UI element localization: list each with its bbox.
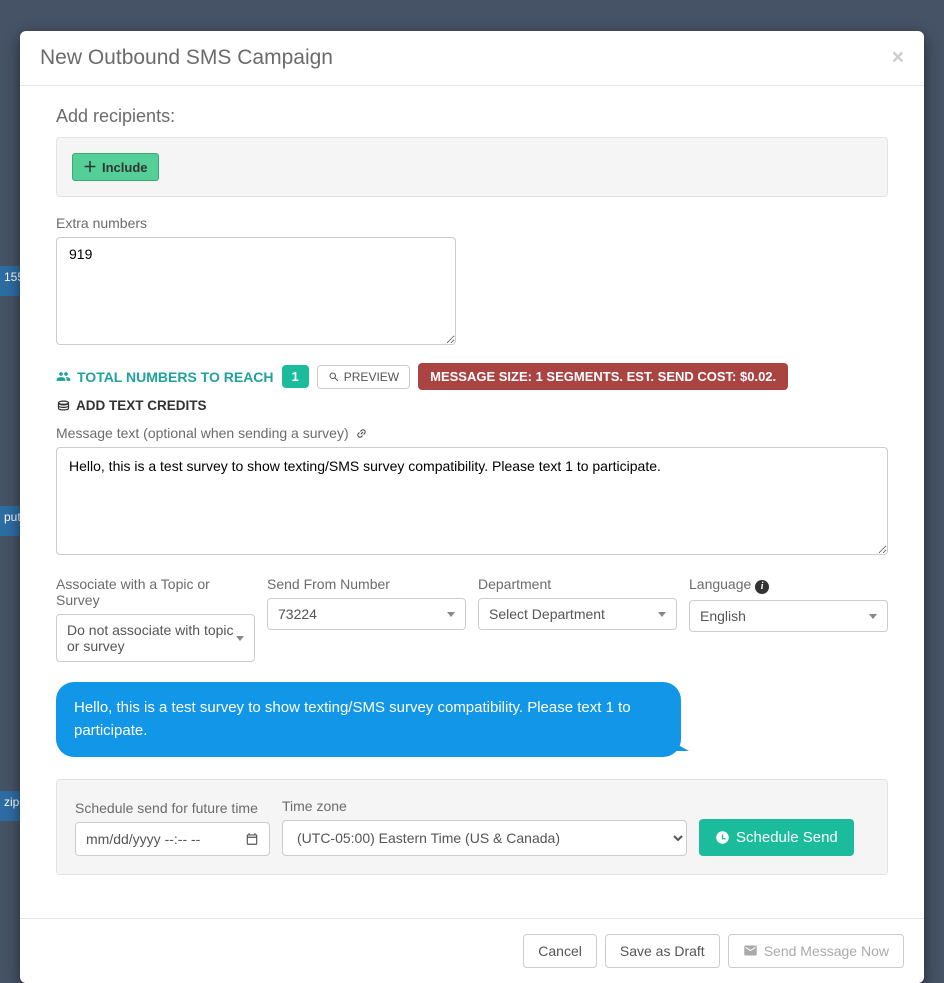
schedule-send-label: Schedule Send	[736, 829, 838, 846]
from-number-label: Send From Number	[267, 576, 466, 592]
save-draft-button[interactable]: Save as Draft	[605, 934, 720, 968]
cancel-button[interactable]: Cancel	[523, 934, 597, 968]
schedule-date-input[interactable]: mm/dd/yyyy --:-- --	[75, 822, 270, 856]
link-icon[interactable]	[355, 427, 368, 440]
from-number-value: 73224	[278, 606, 317, 622]
info-icon[interactable]: i	[755, 580, 769, 594]
language-select[interactable]: English	[689, 600, 888, 632]
schedule-send-button[interactable]: Schedule Send	[699, 819, 854, 856]
associate-value: Do not associate with topic or survey	[67, 622, 236, 654]
modal-footer: Cancel Save as Draft Send Message Now	[20, 918, 924, 983]
select-row: Associate with a Topic or Survey Do not …	[56, 576, 888, 662]
clock-icon	[715, 830, 730, 845]
schedule-well: Schedule send for future time mm/dd/yyyy…	[56, 779, 888, 875]
sms-campaign-modal: New Outbound SMS Campaign × Add recipien…	[20, 31, 924, 983]
message-label-text: Message text (optional when sending a su…	[56, 425, 349, 441]
schedule-date-label: Schedule send for future time	[75, 800, 270, 816]
language-value: English	[700, 608, 746, 624]
message-text-label: Message text (optional when sending a su…	[56, 425, 888, 441]
include-button[interactable]: ＋ Include	[72, 153, 159, 181]
associate-select[interactable]: Do not associate with topic or survey	[56, 614, 255, 662]
recipients-well: ＋ Include	[56, 137, 888, 197]
envelope-icon	[743, 943, 758, 958]
users-icon	[56, 369, 71, 384]
cost-badge: MESSAGE SIZE: 1 SEGMENTS. EST. SEND COST…	[418, 363, 788, 390]
add-credits-label: ADD TEXT CREDITS	[76, 398, 207, 413]
search-icon	[328, 371, 340, 383]
message-text-input[interactable]	[56, 447, 888, 555]
preview-bubble-row: Hello, this is a test survey to show tex…	[56, 682, 888, 757]
timezone-label: Time zone	[282, 798, 687, 814]
preview-button[interactable]: PREVIEW	[317, 365, 410, 389]
close-icon[interactable]: ×	[892, 46, 904, 70]
modal-body: Add recipients: ＋ Include Extra numbers …	[20, 86, 924, 918]
message-preview-bubble: Hello, this is a test survey to show tex…	[56, 682, 681, 757]
coins-icon	[56, 398, 71, 413]
extra-numbers-label: Extra numbers	[56, 215, 888, 231]
total-count-badge: 1	[282, 365, 309, 388]
send-message-label: Send Message Now	[764, 943, 889, 959]
calendar-icon	[245, 832, 259, 846]
chevron-down-icon	[447, 612, 455, 617]
send-message-button[interactable]: Send Message Now	[728, 934, 904, 968]
department-select[interactable]: Select Department	[478, 598, 677, 630]
extra-numbers-input[interactable]	[56, 237, 456, 345]
department-value: Select Department	[489, 606, 605, 622]
associate-label: Associate with a Topic or Survey	[56, 576, 255, 608]
chevron-down-icon	[658, 612, 666, 617]
include-button-label: Include	[102, 160, 148, 175]
timezone-select[interactable]: (UTC-05:00) Eastern Time (US & Canada)	[282, 820, 687, 856]
preview-button-label: PREVIEW	[344, 370, 399, 384]
language-label: Language i	[689, 576, 888, 594]
chevron-down-icon	[236, 636, 244, 641]
add-recipients-label: Add recipients:	[56, 106, 888, 127]
total-numbers-label: TOTAL NUMBERS TO REACH	[56, 369, 274, 385]
modal-title: New Outbound SMS Campaign	[40, 46, 333, 70]
chevron-down-icon	[869, 614, 877, 619]
plus-icon: ＋	[83, 157, 97, 177]
schedule-date-placeholder: mm/dd/yyyy --:-- --	[86, 831, 200, 847]
total-numbers-text: TOTAL NUMBERS TO REACH	[77, 369, 274, 385]
add-credits-link[interactable]: ADD TEXT CREDITS	[56, 398, 207, 413]
stats-row: TOTAL NUMBERS TO REACH 1 PREVIEW MESSAGE…	[56, 363, 888, 413]
department-label: Department	[478, 576, 677, 592]
modal-header: New Outbound SMS Campaign ×	[20, 31, 924, 86]
from-number-select[interactable]: 73224	[267, 598, 466, 630]
